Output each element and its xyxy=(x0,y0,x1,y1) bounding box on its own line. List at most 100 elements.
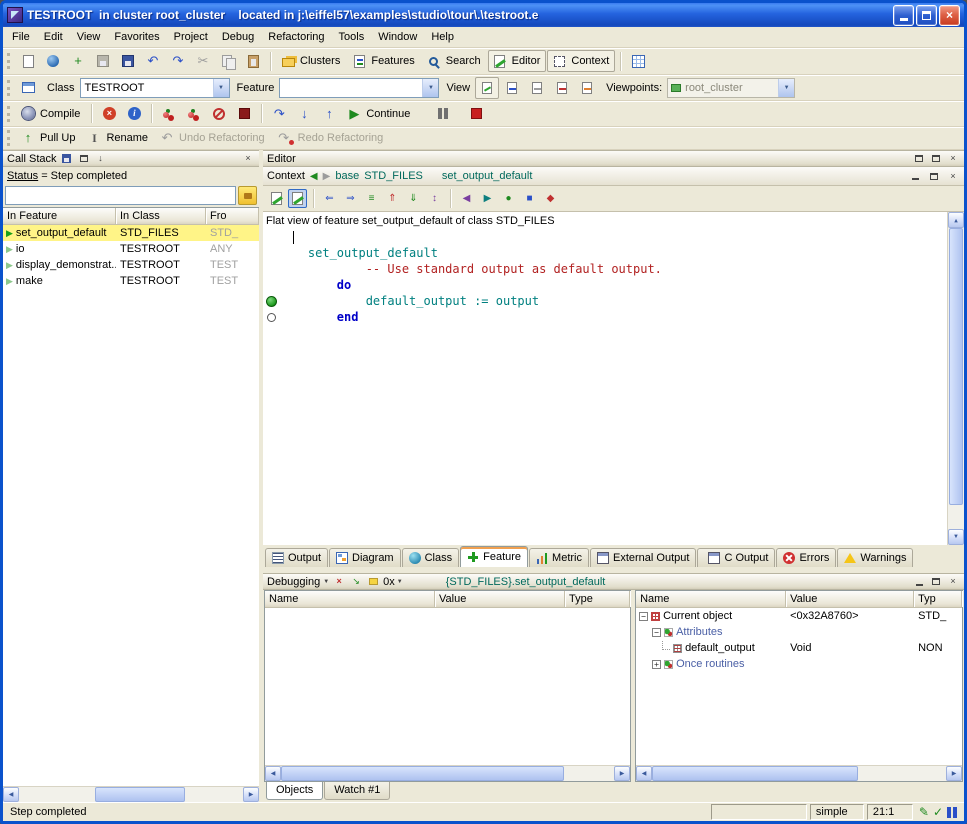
redo-button[interactable]: ↷ xyxy=(166,50,190,72)
external-commands-button[interactable] xyxy=(626,50,650,72)
menu-file[interactable]: File xyxy=(5,28,37,46)
remove-expression-button[interactable]: × xyxy=(332,575,346,588)
compile-button[interactable]: Compile xyxy=(16,103,86,125)
melt-button[interactable] xyxy=(157,103,181,125)
tab-warnings[interactable]: Warnings xyxy=(837,548,913,567)
object-tree-row[interactable]: −Attributes xyxy=(636,624,962,640)
code-line[interactable] xyxy=(263,229,947,245)
code-line[interactable]: default_output := output xyxy=(263,293,947,309)
objects-table-hscrollbar[interactable]: ◀ ▶ xyxy=(636,765,962,781)
rename-button[interactable]: IRename xyxy=(82,127,154,149)
menu-project[interactable]: Project xyxy=(167,28,215,46)
viewpoints-combobox[interactable]: root_cluster ▼ xyxy=(667,78,795,98)
objects-table-empty-area[interactable] xyxy=(636,672,962,765)
auto-hide-button[interactable]: ↓ xyxy=(94,152,108,165)
tab-errors[interactable]: Errors xyxy=(776,548,836,567)
edit-note-button[interactable] xyxy=(366,575,380,588)
scroll-track[interactable] xyxy=(281,766,614,781)
quick-melt-button[interactable] xyxy=(182,103,206,125)
code-line[interactable]: -- Use standard output as default output… xyxy=(263,261,947,277)
editor-header[interactable]: Editor × xyxy=(263,150,964,167)
tab-external-output[interactable]: External Output xyxy=(590,548,696,567)
scroll-thumb[interactable] xyxy=(281,766,564,781)
call-stack-row[interactable]: ▶display_demonstrat... TESTROOT TEST xyxy=(3,257,259,273)
scroll-left-button[interactable]: ◀ xyxy=(265,766,281,781)
object-tree-row[interactable]: default_output Void NON xyxy=(636,640,962,656)
basic-view-button[interactable] xyxy=(475,77,499,99)
tab-c-output[interactable]: ▼C Output xyxy=(697,548,775,567)
code-line[interactable]: set_output_default xyxy=(263,245,947,261)
flat-edit-view-button[interactable] xyxy=(288,189,307,208)
float-editor-button[interactable] xyxy=(912,152,926,165)
breadcrumb-cluster[interactable]: base xyxy=(335,170,359,182)
column-type[interactable]: Typ xyxy=(914,591,962,607)
clients-button[interactable]: ◀ xyxy=(457,189,476,208)
add-class-button[interactable]: + xyxy=(66,50,90,72)
editor-toggle-button[interactable]: Editor xyxy=(488,50,547,72)
object-tree-row[interactable]: +Once routines xyxy=(636,656,962,672)
call-stack-hscrollbar[interactable]: ◀ ▶ xyxy=(3,786,259,802)
title-bar[interactable]: TESTROOT in cluster root_cluster located… xyxy=(3,3,964,27)
scroll-down-button[interactable]: ▼ xyxy=(948,529,964,545)
copy-button[interactable] xyxy=(216,50,240,72)
history-back-button[interactable]: ◀ xyxy=(310,171,318,182)
column-in-class[interactable]: In Class xyxy=(116,208,206,224)
toolbar-grip[interactable] xyxy=(7,80,10,96)
project-info-button[interactable]: i xyxy=(122,103,146,125)
save-call-stack-button[interactable] xyxy=(60,152,74,165)
float-panel-button[interactable] xyxy=(77,152,91,165)
ancestors-button[interactable]: ⇑ xyxy=(383,189,402,208)
tab-feature[interactable]: Feature xyxy=(460,546,528,567)
object-tree-row[interactable]: −Current object <0x32A8760> STD_ xyxy=(636,608,962,624)
column-name[interactable]: Name xyxy=(265,591,435,607)
tab-class[interactable]: Class xyxy=(402,548,460,567)
float-debugging-button[interactable] xyxy=(929,575,943,588)
invariants-view-button[interactable]: ◆ xyxy=(541,189,560,208)
minimize-debugging-button[interactable] xyxy=(912,575,926,588)
clickable-view-button[interactable] xyxy=(500,77,524,99)
scroll-thumb[interactable] xyxy=(949,228,963,505)
new-window-button[interactable] xyxy=(16,50,40,72)
flat-view-button[interactable] xyxy=(525,77,549,99)
save-all-button[interactable] xyxy=(116,50,140,72)
scroll-right-button[interactable]: ▶ xyxy=(946,766,962,781)
hex-format-button[interactable]: 0x▼ xyxy=(383,576,403,588)
callers-button[interactable]: ⇐ xyxy=(320,189,339,208)
pull-up-button[interactable]: ↑Pull Up xyxy=(16,127,81,149)
column-from[interactable]: Fro xyxy=(206,208,259,224)
clusters-button[interactable]: Clusters xyxy=(276,50,346,72)
basic-text-view-button[interactable] xyxy=(267,189,286,208)
contract-view-button[interactable] xyxy=(550,77,574,99)
toolbar-grip[interactable] xyxy=(7,53,10,69)
collapse-icon[interactable]: − xyxy=(652,628,661,637)
context-toggle-button[interactable]: Context xyxy=(547,50,615,72)
debugging-menu-button[interactable]: Debugging▼ xyxy=(267,576,329,588)
open-file-button[interactable] xyxy=(41,50,65,72)
viewpoints-combobox-dropdown[interactable]: ▼ xyxy=(778,79,794,97)
column-value[interactable]: Value xyxy=(435,591,565,607)
minimize-button[interactable] xyxy=(893,5,914,26)
breadcrumb-class[interactable]: STD_FILES xyxy=(364,170,423,182)
finalize-button[interactable] xyxy=(232,103,256,125)
minimize-context-button[interactable] xyxy=(908,170,922,183)
column-value[interactable]: Value xyxy=(786,591,914,607)
scroll-track[interactable] xyxy=(19,787,243,802)
call-stack-row[interactable]: ▶make TESTROOT TEST xyxy=(3,273,259,289)
homonyms-button[interactable]: ↕ xyxy=(425,189,444,208)
column-in-feature[interactable]: In Feature xyxy=(3,208,116,224)
undo-refactoring-button[interactable]: ↶Undo Refactoring xyxy=(155,127,271,149)
step-out-button[interactable]: ↑ xyxy=(317,103,341,125)
routines-view-button[interactable]: ■ xyxy=(520,189,539,208)
code-lines[interactable]: set_output_default -- Use standard outpu… xyxy=(263,229,947,545)
code-line[interactable]: do xyxy=(263,277,947,293)
scroll-left-button[interactable]: ◀ xyxy=(3,787,19,802)
close-editor-button[interactable]: × xyxy=(946,152,960,165)
maximize-editor-button[interactable] xyxy=(929,152,943,165)
toolbar-grip[interactable] xyxy=(7,130,10,146)
breakpoint-slot-icon[interactable] xyxy=(267,313,276,322)
expand-icon[interactable]: + xyxy=(652,660,661,669)
freeze-button[interactable] xyxy=(207,103,231,125)
tab-objects[interactable]: Objects xyxy=(266,782,323,800)
feature-combobox[interactable]: ▼ xyxy=(279,78,439,98)
menu-window[interactable]: Window xyxy=(371,28,424,46)
